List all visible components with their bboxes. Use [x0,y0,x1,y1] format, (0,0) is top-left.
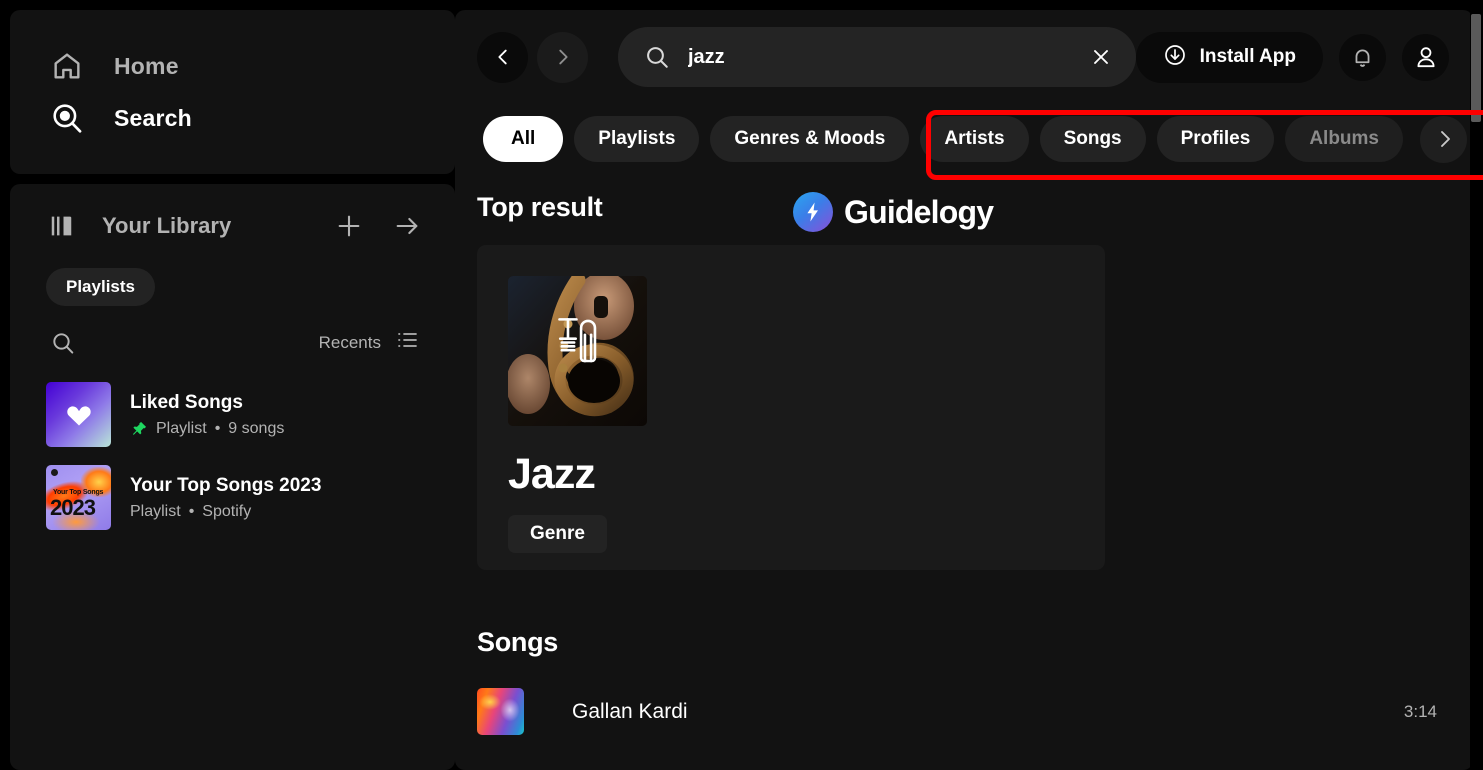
table-row[interactable]: Gallan Kardi 3:14 [477,688,1473,735]
your-library-panel: Your Library Playlists Recents Liked Son… [10,184,455,770]
songs-heading: Songs [477,627,559,657]
top-result-card[interactable]: Jazz Genre [477,245,1105,570]
create-playlist-button[interactable] [329,206,369,246]
top-bar-actions: Install App [1135,31,1449,83]
library-items-list: Liked Songs Playlist • 9 songs Your Top … [10,367,455,539]
search-icon [50,101,84,135]
install-app-button[interactable]: Install App [1135,31,1323,83]
gallan-kardi-cover-art [477,688,524,735]
library-filter-chips: Playlists [10,254,455,306]
sidebar-item-search[interactable]: Search [10,92,455,144]
library-icon [46,209,80,243]
list-item[interactable]: Your Top Songs 2023 Your Top Songs 2023 … [10,456,455,539]
back-button[interactable] [477,31,528,83]
top-bar: Install App [455,10,1473,104]
filter-chip-albums[interactable]: Albums [1285,116,1404,162]
art-label-year: 2023 [50,495,96,520]
search-filter-chips: All Playlists Genres & Moods Artists Son… [455,104,1473,174]
lightning-bolt-logo-icon [793,192,833,232]
library-title: Your Library [102,213,232,238]
list-item-subtitle: Playlist • Spotify [130,503,321,521]
top-result-art [508,276,647,426]
clear-search-button[interactable] [1084,40,1118,74]
main-content: Install App [455,0,1483,770]
forward-button[interactable] [537,31,588,83]
filter-chip-songs[interactable]: Songs [1039,116,1146,162]
library-header: Your Library [10,198,455,254]
page-scrollbar-thumb[interactable] [1471,14,1481,122]
home-icon [50,49,84,83]
list-item-separator: • [188,502,195,520]
filter-chip-artists[interactable]: Artists [920,116,1029,162]
your-top-songs-2023-art: Your Top Songs 2023 [46,465,111,530]
pin-icon [130,420,148,438]
account-button[interactable] [1402,33,1449,81]
filter-chip-genres-moods[interactable]: Genres & Moods [710,116,910,162]
install-app-label: Install App [1199,46,1296,67]
guidelogy-watermark: Guidelogy [793,192,994,232]
art-decoration [479,694,501,710]
filter-chip-all[interactable]: All [483,116,564,162]
list-item-title: Your Top Songs 2023 [130,474,322,496]
filter-chip-playlists[interactable]: Playlists [574,116,700,162]
song-title: Gallan Kardi [572,699,688,723]
art-decoration [51,469,58,476]
filter-chip-profiles[interactable]: Profiles [1156,116,1275,162]
library-search-icon[interactable] [50,330,76,356]
list-item-detail: 9 songs [228,419,285,437]
notifications-button[interactable] [1339,33,1386,81]
liked-songs-art [46,382,111,447]
main-panel: Install App [455,10,1473,770]
library-sort-label: Recents [318,332,381,352]
art-decoration [500,698,520,722]
list-item-meta: Liked Songs Playlist • 9 songs [130,392,284,438]
sidebar-item-home[interactable]: Home [10,40,455,92]
list-item-detail: Spotify [202,502,252,520]
search-icon [644,44,670,70]
top-result-title: Jazz [508,450,596,498]
search-input[interactable] [688,45,1066,69]
list-item-title: Liked Songs [130,391,243,413]
sidebar-item-label: Search [114,104,192,131]
list-item-meta: Your Top Songs 2023 Playlist • Spotify [130,475,321,521]
trumpet-icon [541,306,615,385]
search-bar[interactable] [618,27,1136,87]
sidebar-item-label: Home [114,52,179,79]
list-item-type: Playlist [130,502,181,520]
download-icon [1163,43,1187,72]
chips-scroll-next-button[interactable] [1420,115,1468,163]
top-result-badge: Genre [508,515,607,553]
library-sort-button[interactable]: Recents [319,328,419,357]
library-chip-playlists[interactable]: Playlists [46,268,155,306]
list-item-type: Playlist [156,419,207,437]
list-view-icon [395,328,419,357]
list-item[interactable]: Liked Songs Playlist • 9 songs [10,373,455,456]
sidebar: Home Search Your Library Playlists Recen… [0,0,455,770]
search-results: Top result Guidelogy Jazz Genre Songs Ga… [455,174,1473,735]
watermark-text: Guidelogy [844,193,994,230]
primary-nav-panel: Home Search [10,10,455,174]
expand-library-button[interactable] [387,206,427,246]
list-item-subtitle: Playlist • 9 songs [130,420,284,438]
list-item-separator: • [214,419,221,437]
spotify-window: Home Search Your Library Playlists Recen… [0,0,1483,770]
song-duration: 3:14 [1403,701,1437,721]
library-tools: Recents [10,306,455,367]
